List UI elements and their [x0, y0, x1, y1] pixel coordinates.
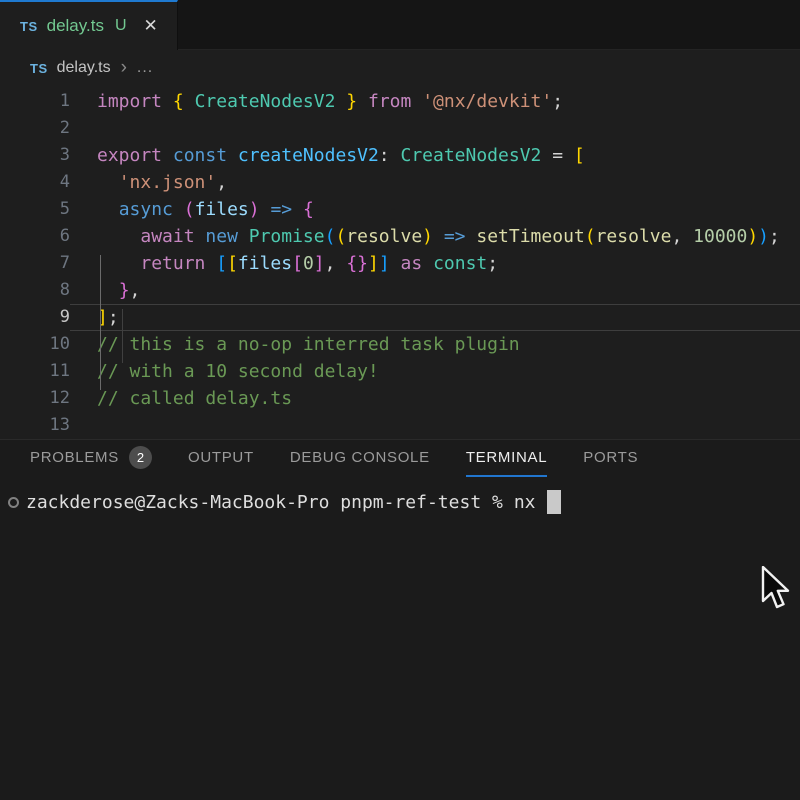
tab-delay-ts[interactable]: TS delay.ts U ✕: [0, 0, 178, 50]
line-number: 9: [0, 304, 70, 331]
breadcrumb-filename[interactable]: delay.ts: [57, 59, 111, 77]
line-number: 13: [0, 412, 70, 439]
breadcrumb-symbol-ellipsis[interactable]: ...: [137, 59, 153, 77]
panel-tab-label: OUTPUT: [188, 449, 254, 466]
line-number: 6: [0, 223, 70, 250]
bottom-panel: PROBLEMS 2 OUTPUT DEBUG CONSOLE TERMINAL PORT…: [0, 439, 800, 800]
panel-tab-terminal[interactable]: TERMINAL: [466, 440, 547, 477]
indent-guide-brace: [122, 309, 123, 363]
panel-tab-problems[interactable]: PROBLEMS 2: [30, 440, 152, 477]
line-number: 2: [0, 115, 70, 142]
code-line-3[interactable]: 3export const createNodesV2: CreateNodes…: [0, 142, 800, 169]
code-line-5[interactable]: 5 async (files) => {: [0, 196, 800, 223]
code-text[interactable]: export const createNodesV2: CreateNodesV…: [70, 142, 800, 169]
line-number: 3: [0, 142, 70, 169]
terminal-command-circle-icon: [8, 497, 19, 508]
code-text[interactable]: await new Promise((resolve) => setTimeou…: [70, 223, 800, 250]
panel-tab-output[interactable]: OUTPUT: [188, 440, 254, 477]
panel-tab-label: TERMINAL: [466, 449, 547, 466]
code-line-12[interactable]: 12// called delay.ts: [0, 385, 800, 412]
code-text[interactable]: },: [70, 277, 800, 304]
panel-tab-label: DEBUG CONSOLE: [290, 449, 430, 466]
code-line-6[interactable]: 6 await new Promise((resolve) => setTime…: [0, 223, 800, 250]
code-line-11[interactable]: 11// with a 10 second delay!: [0, 358, 800, 385]
terminal-cursor: [547, 490, 561, 514]
panel-tab-label: PROBLEMS: [30, 449, 119, 466]
chevron-right-icon: ›: [121, 58, 127, 77]
line-number: 8: [0, 277, 70, 304]
code-text[interactable]: 'nx.json',: [70, 169, 800, 196]
code-text[interactable]: return [[files[0], {}]] as const;: [70, 250, 800, 277]
code-line-10[interactable]: 10// this is a no-op interred task plugi…: [0, 331, 800, 358]
code-text[interactable]: // with a 10 second delay!: [70, 358, 800, 385]
code-text[interactable]: async (files) => {: [70, 196, 800, 223]
line-number: 12: [0, 385, 70, 412]
code-line-7[interactable]: 7 return [[files[0], {}]] as const;: [0, 250, 800, 277]
panel-tab-debug-console[interactable]: DEBUG CONSOLE: [290, 440, 430, 477]
code-line-9[interactable]: 9];: [0, 304, 800, 331]
terminal[interactable]: zackderose@Zacks-MacBook-Pro pnpm-ref-te…: [0, 490, 800, 514]
typescript-file-icon: TS: [30, 61, 48, 76]
panel-tabs: PROBLEMS 2 OUTPUT DEBUG CONSOLE TERMINAL PORT…: [0, 440, 800, 477]
line-number: 7: [0, 250, 70, 277]
tab-bar: TS delay.ts U ✕: [0, 0, 800, 50]
breadcrumb[interactable]: TS delay.ts › ...: [0, 50, 800, 86]
code-line-4[interactable]: 4 'nx.json',: [0, 169, 800, 196]
git-untracked-badge: U: [115, 17, 127, 35]
code-text[interactable]: // this is a no-op interred task plugin: [70, 331, 800, 358]
code-line-1[interactable]: 1import { CreateNodesV2 } from '@nx/devk…: [0, 88, 800, 115]
terminal-command: nx: [514, 492, 536, 513]
problems-count-badge: 2: [129, 446, 152, 469]
line-number: 5: [0, 196, 70, 223]
panel-tab-ports[interactable]: PORTS: [583, 440, 638, 477]
terminal-prompt: zackderose@Zacks-MacBook-Pro pnpm-ref-te…: [26, 492, 503, 513]
close-icon[interactable]: ✕: [144, 16, 158, 36]
line-number: 1: [0, 88, 70, 115]
indent-guide-bracket: [100, 255, 101, 390]
code-text[interactable]: ];: [70, 304, 800, 331]
code-text[interactable]: [70, 115, 800, 142]
line-number: 4: [0, 169, 70, 196]
code-line-13[interactable]: 13: [0, 412, 800, 439]
panel-tab-label: PORTS: [583, 449, 638, 466]
tab-filename: delay.ts: [47, 16, 104, 36]
code-text[interactable]: [70, 412, 800, 439]
editor-lines: 1import { CreateNodesV2 } from '@nx/devk…: [0, 88, 800, 439]
line-number: 11: [0, 358, 70, 385]
typescript-file-icon: TS: [20, 19, 38, 34]
line-number: 10: [0, 331, 70, 358]
code-editor[interactable]: 1import { CreateNodesV2 } from '@nx/devk…: [0, 86, 800, 439]
code-line-2[interactable]: 2: [0, 115, 800, 142]
tab-bar-empty-space: [178, 0, 800, 50]
code-text[interactable]: // called delay.ts: [70, 385, 800, 412]
code-line-8[interactable]: 8 },: [0, 277, 800, 304]
code-text[interactable]: import { CreateNodesV2 } from '@nx/devki…: [70, 88, 800, 115]
